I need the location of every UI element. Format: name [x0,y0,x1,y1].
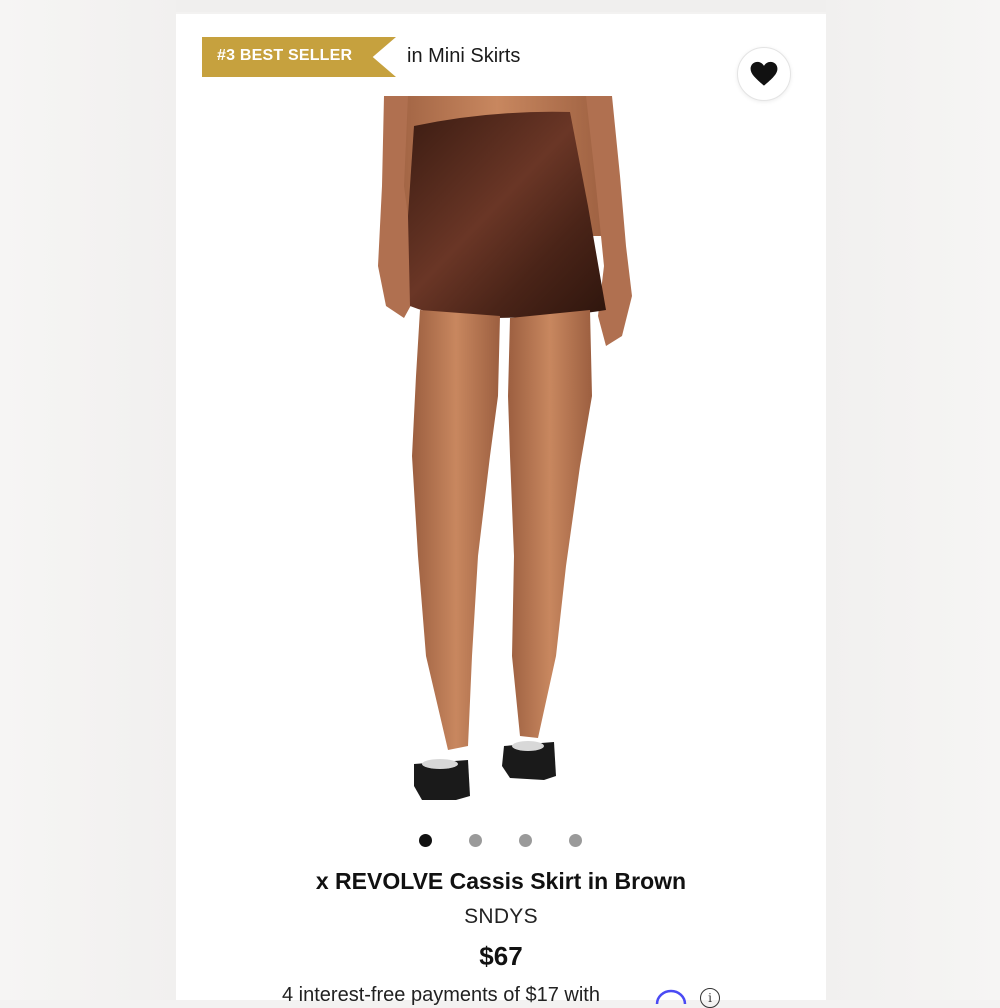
wishlist-button[interactable] [737,47,791,101]
product-price: $67 [479,941,523,971]
pagination-dot-4[interactable] [569,834,582,847]
best-seller-category[interactable]: in Mini Skirts [407,45,520,68]
pagination-dot-3[interactable] [519,834,532,847]
info-icon[interactable]: i [700,988,720,1008]
affirm-logo[interactable] [643,986,697,1006]
product-image[interactable] [360,96,650,818]
pagination-dot-2[interactable] [469,834,482,847]
image-pagination [416,834,586,848]
best-seller-label: #3 BEST SELLER [217,47,353,64]
brand-name[interactable]: SNDYS [176,905,826,929]
product-title: x REVOLVE Cassis Skirt in Brown [315,868,687,894]
installments-text: 4 interest-free payments of $17 with [282,984,600,1006]
heart-icon [750,61,778,86]
page-background-right [826,0,1000,1000]
top-divider [176,0,826,12]
pagination-dot-1[interactable] [419,834,432,847]
page-background-left [0,0,176,1000]
